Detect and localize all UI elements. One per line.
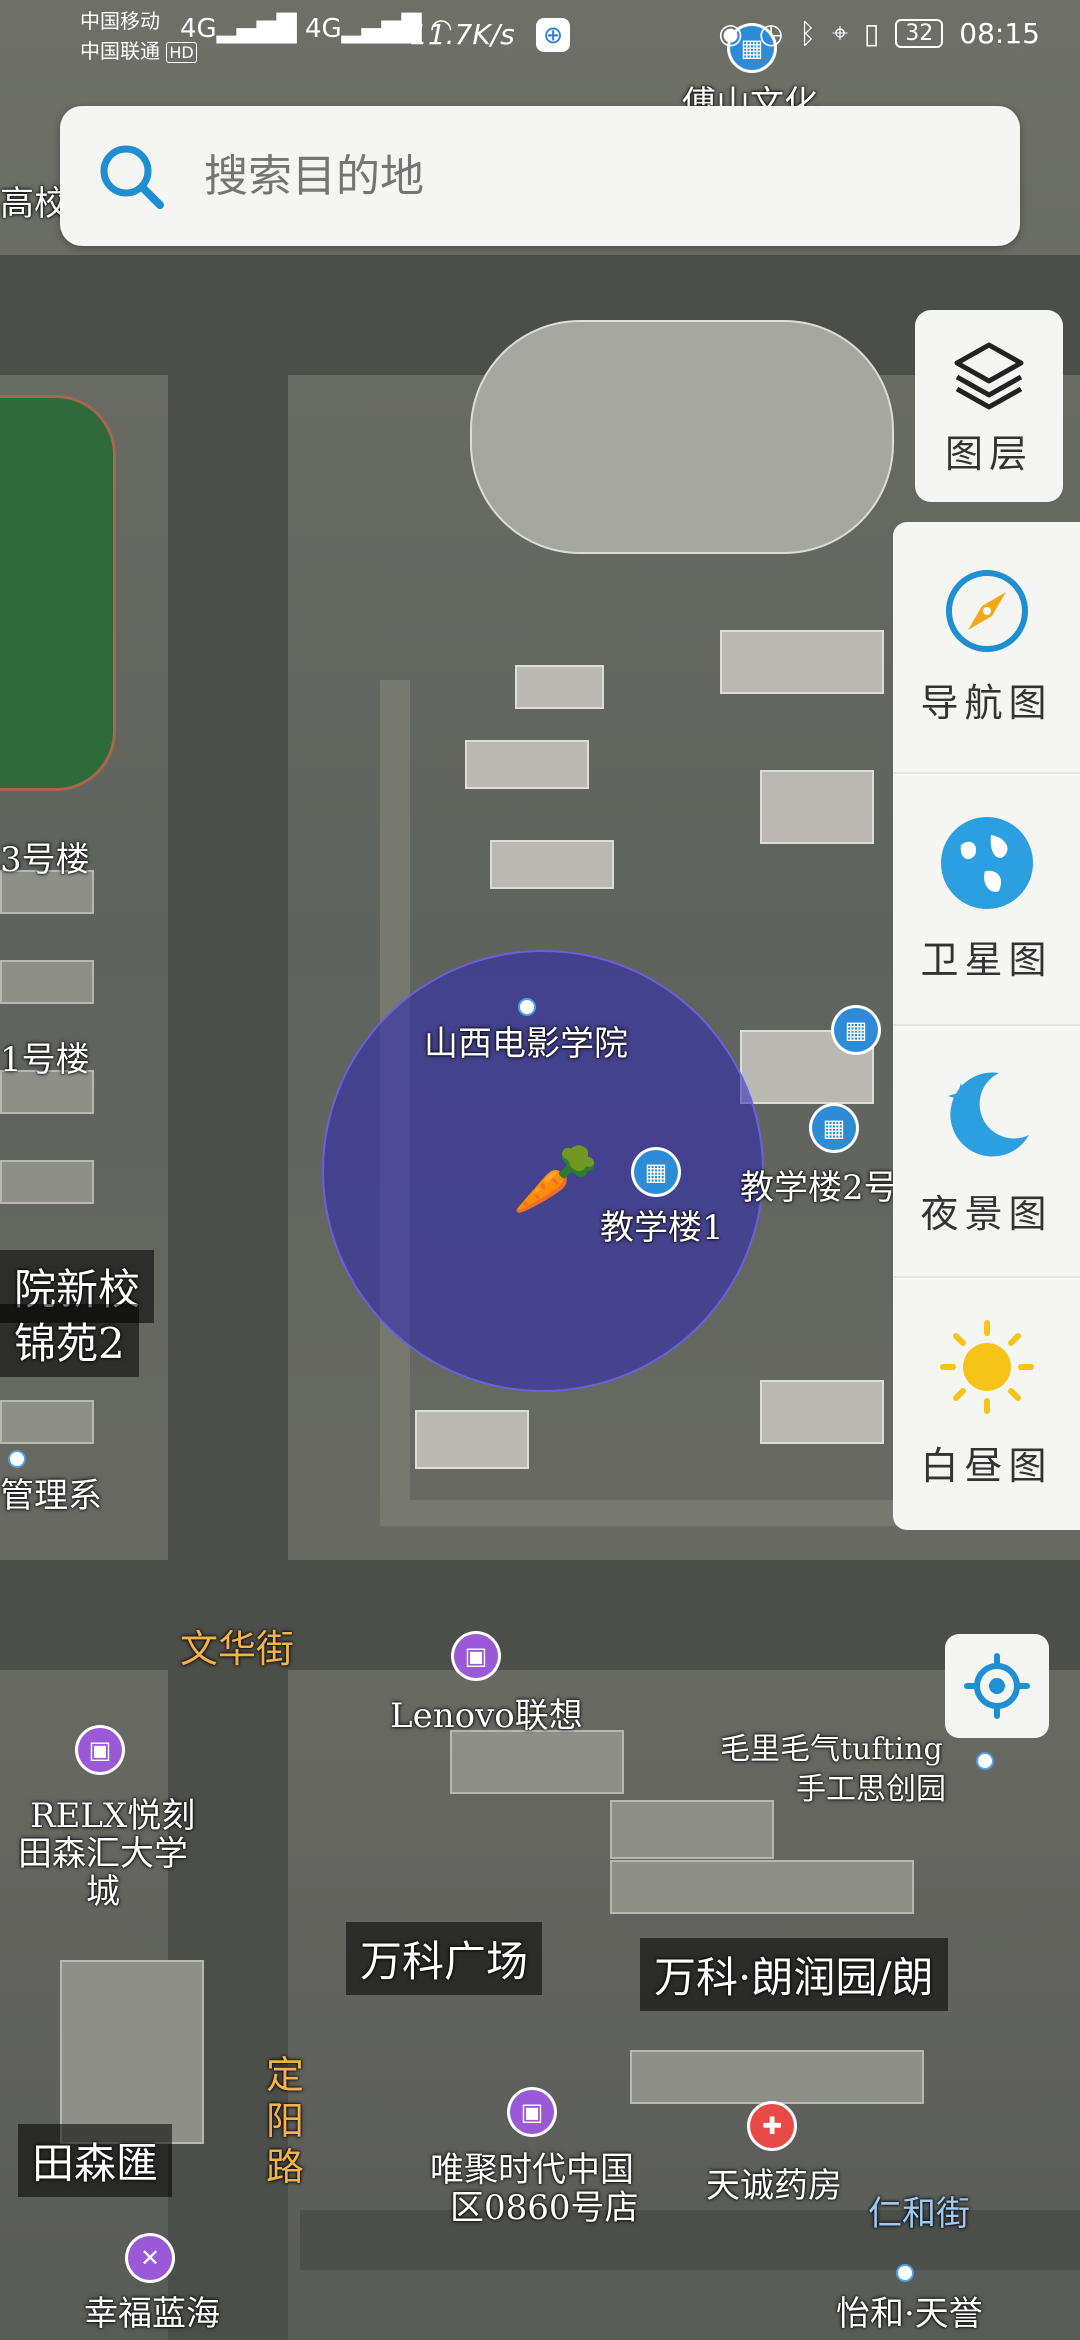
campus-building [415,1410,529,1469]
globe-icon [940,816,1033,909]
campus-building [760,1380,884,1444]
label-maoli: 毛里毛气tufting [720,1732,943,1767]
sports-field [0,395,116,791]
map-dot [518,998,536,1016]
mode-navigation[interactable]: 导航图 [893,522,1080,774]
net-speed: 11.7K/s [410,18,515,51]
mode-satellite[interactable]: 卫星图 [893,774,1080,1026]
poi-shop-icon[interactable]: ▣ [454,1634,498,1678]
label-xingfu: 幸福蓝海 [84,2294,220,2334]
residential-block [630,2050,924,2104]
poi-shop-icon[interactable]: ▣ [78,1728,122,1772]
map-dot [896,2264,914,2282]
label-dingyang-3: 路 [266,2145,305,2189]
residential-block [610,1860,914,1914]
label-jinyuan: 锦苑2 [0,1304,139,1377]
residential-block [450,1730,624,1794]
alarm-icon: ◷ [758,16,784,50]
mode-label: 导航图 [920,680,1053,725]
eye-icon: ◉ [718,16,743,50]
campus-building [465,740,589,789]
mode-day[interactable]: 白昼图 [893,1278,1080,1528]
label-relx3: 城 [86,1872,120,1912]
compass-icon [945,569,1028,652]
status-bar: 中国移动 中国联通 HD 4G▂▄▆█ 4G▂▄▆█ ◠ 11.7K/s ⊕ ◉… [0,0,1080,72]
location-icon: ⌖ [832,16,848,49]
layers-icon [954,342,1024,409]
stadium-building [470,320,894,554]
hd-badge: HD [166,42,197,63]
campus-building [760,770,874,844]
poi-building-icon[interactable]: ▦ [834,1008,878,1052]
label-management: 管理系 [0,1476,102,1516]
map-dot [8,1450,26,1468]
poi-building-icon[interactable]: ▦ [634,1150,678,1194]
label-vanke-plaza: 万科广场 [346,1922,543,1995]
mode-night[interactable]: 夜景图 [893,1026,1080,1278]
sun-icon [939,1319,1034,1414]
app-icon: ⊕ [536,18,570,52]
moon-icon [947,1071,1029,1156]
bluetooth-icon: ᛒ [799,16,817,50]
left-building-row [0,1160,94,1204]
label-teach2: 教学楼2号 [740,1168,898,1208]
label-vanke-garden: 万科·朗润园/朗 [640,1938,948,2011]
label-bldg3: 3号楼 [0,840,90,880]
search-bar[interactable] [60,106,1020,246]
signal-4g-2: 4G [304,14,342,44]
residential-block [60,1960,204,2144]
signal-bars-icon: ▂▄▆█ [216,14,297,44]
label-teach1: 教学楼1 [600,1208,724,1248]
mode-label: 卫星图 [920,937,1053,982]
residential-block [610,1800,774,1859]
search-input[interactable] [202,149,986,203]
search-icon [100,145,164,209]
time: 08:15 [959,16,1040,50]
left-building-row [0,1400,94,1444]
label-renhe-street: 仁和街 [868,2194,970,2234]
label-wenhua-street: 文华街 [180,1627,295,1671]
label-weiju2: 区0860号店 [450,2188,639,2228]
status-right-icons: ◉ ◷ ᛒ ⌖ ▯ 32 08:15 [718,16,1040,50]
my-location-button[interactable] [945,1634,1049,1738]
mode-label: 夜景图 [920,1191,1053,1236]
label-yihe: 怡和·天誉 [836,2294,983,2334]
poi-shop-icon[interactable]: ▣ [510,2090,554,2134]
layers-label: 图层 [944,431,1033,476]
left-building-row [0,960,94,1004]
label-maoli2: 手工思创园 [796,1772,946,1807]
label-gaoxiao: 高校 [0,184,68,224]
poi-pharmacy-icon[interactable]: ✚ [750,2104,794,2148]
campus-building [515,665,604,709]
campus-building [720,630,884,694]
label-tiancheng: 天诚药房 [706,2166,842,2206]
map-mode-panel: 导航图 卫星图 夜景图 白昼图 [893,522,1080,1530]
road-campus-bottom [380,1500,900,1526]
layers-button[interactable]: 图层 [915,310,1063,502]
carrot-location-marker[interactable]: 🥕 [512,1138,599,1221]
battery-indicator: 32 [895,18,944,48]
vibrate-icon: ▯ [863,16,880,50]
crosshair-icon [964,1653,1030,1719]
poi-shop-icon[interactable]: ✕ [128,2236,172,2280]
road-wenhua [0,1560,1080,1670]
signal-4g-1: 4G [180,14,217,44]
label-tiansen: 田森匯 [18,2124,173,2197]
campus-building [490,840,614,889]
poi-building-icon[interactable]: ▦ [812,1106,856,1150]
label-lenovo: Lenovo联想 [390,1696,583,1736]
mode-label: 白昼图 [920,1443,1053,1488]
label-bldg1-left: 1号楼 [0,1040,90,1080]
label-film-academy: 山西电影学院 [424,1024,628,1064]
map-dot [976,1752,994,1770]
